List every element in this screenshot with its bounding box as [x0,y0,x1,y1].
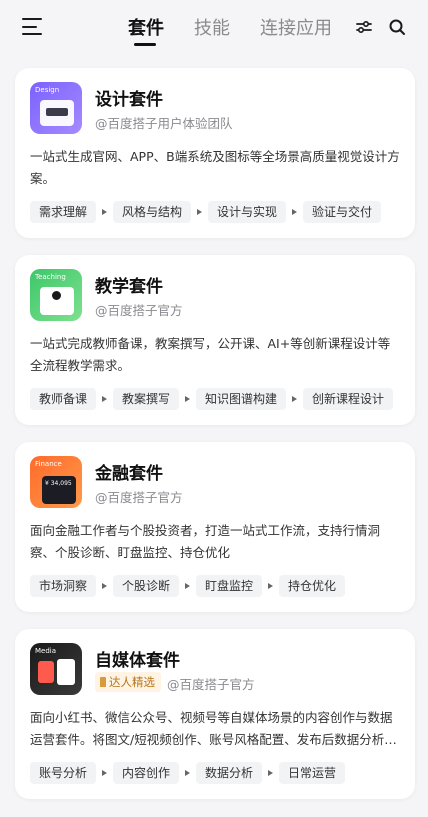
thumbnail-label: Design [35,86,60,94]
arrow-right-icon [102,396,108,402]
workflow-step: 教师备课 [30,388,97,410]
workflow-steps: 市场洞察 个股诊断 盯盘监控 持仓优化 [30,575,346,597]
card-description: 一站式生成官网、APP、B端系统及图标等全场景高质量视觉设计方案。 [30,149,400,186]
card-description: 一站式完成教师备课，教案撰写，公开课、AI+等创新课程设计等全流程教学需求。 [30,336,391,373]
suite-card-media[interactable]: Media 自媒体套件 达人精选 @百度搭子官方 面向小红书、微信公众号、视频号… [15,629,415,799]
teaching-thumbnail: Teaching [30,269,82,321]
workflow-step: 持仓优化 [279,575,346,597]
thumbnail-label: Finance [35,460,62,468]
top-bar: 套件 技能 连接应用 [0,0,428,56]
workflow-step: 内容创作 [113,762,180,784]
arrow-right-icon [185,770,191,776]
workflow-step: 风格与结构 [113,201,192,223]
filter-icon[interactable] [353,16,375,38]
arrow-right-icon [268,770,274,776]
arrow-right-icon [102,209,108,215]
tab-active-indicator [134,43,156,46]
card-title: 设计套件 [95,90,163,110]
workflow-step: 日常运营 [279,762,346,784]
workflow-step: 知识图谱构建 [196,388,287,410]
design-thumbnail: Design [30,82,82,134]
featured-badge: 达人精选 [95,672,161,692]
workflow-step: 验证与交付 [303,201,382,223]
card-description: 面向小红书、微信公众号、视频号等自媒体场景的内容创作与数据运营套件。将图文/短视… [30,710,397,747]
workflow-step: 数据分析 [196,762,263,784]
workflow-steps: 需求理解 风格与结构 设计与实现 验证与交付 [30,201,382,223]
arrow-right-icon [292,396,298,402]
card-author: @百度搭子官方 [95,490,183,505]
tab-suites[interactable]: 套件 [128,14,164,40]
finance-thumbnail: Finance ¥ 34,095 [30,456,82,508]
card-author: @百度搭子官方 [167,677,255,692]
suite-card-teaching[interactable]: Teaching 教学套件 @百度搭子官方 一站式完成教师备课，教案撰写，公开课… [15,255,415,425]
thumbnail-label: Media [35,647,57,655]
card-author: @百度搭子用户体验团队 [95,116,233,131]
arrow-right-icon [268,583,274,589]
workflow-step: 教案撰写 [113,388,180,410]
menu-icon[interactable] [22,17,44,37]
suite-card-finance[interactable]: Finance ¥ 34,095 金融套件 @百度搭子官方 面向金融工作者与个股… [15,442,415,612]
tab-skills[interactable]: 技能 [194,14,230,40]
card-author: @百度搭子官方 [95,303,183,318]
card-title: 自媒体套件 [95,651,180,671]
workflow-step: 个股诊断 [113,575,180,597]
workflow-step: 账号分析 [30,762,97,784]
workflow-step: 需求理解 [30,201,97,223]
arrow-right-icon [102,770,108,776]
thumbnail-label: Teaching [35,273,66,281]
search-icon[interactable] [386,16,408,38]
thumbnail-figure: ¥ 34,095 [45,480,72,487]
arrow-right-icon [102,583,108,589]
suite-card-design[interactable]: Design 设计套件 @百度搭子用户体验团队 一站式生成官网、APP、B端系统… [15,68,415,238]
arrow-right-icon [197,209,203,215]
tab-connected-apps[interactable]: 连接应用 [260,14,332,40]
arrow-right-icon [292,209,298,215]
workflow-step: 盯盘监控 [196,575,263,597]
bookmark-icon [100,677,106,687]
card-title: 教学套件 [95,277,163,297]
card-title: 金融套件 [95,464,163,484]
featured-badge-label: 达人精选 [109,675,155,689]
workflow-step: 设计与实现 [208,201,287,223]
workflow-steps: 账号分析 内容创作 数据分析 日常运营 [30,762,346,784]
workflow-steps: 教师备课 教案撰写 知识图谱构建 创新课程设计 [30,388,394,410]
media-thumbnail: Media [30,643,82,695]
arrow-right-icon [185,583,191,589]
card-description: 面向金融工作者与个股投资者，打造一站式工作流，支持行情洞察、个股诊断、盯盘监控、… [30,523,381,560]
workflow-step: 创新课程设计 [303,388,394,410]
workflow-step: 市场洞察 [30,575,97,597]
arrow-right-icon [185,396,191,402]
